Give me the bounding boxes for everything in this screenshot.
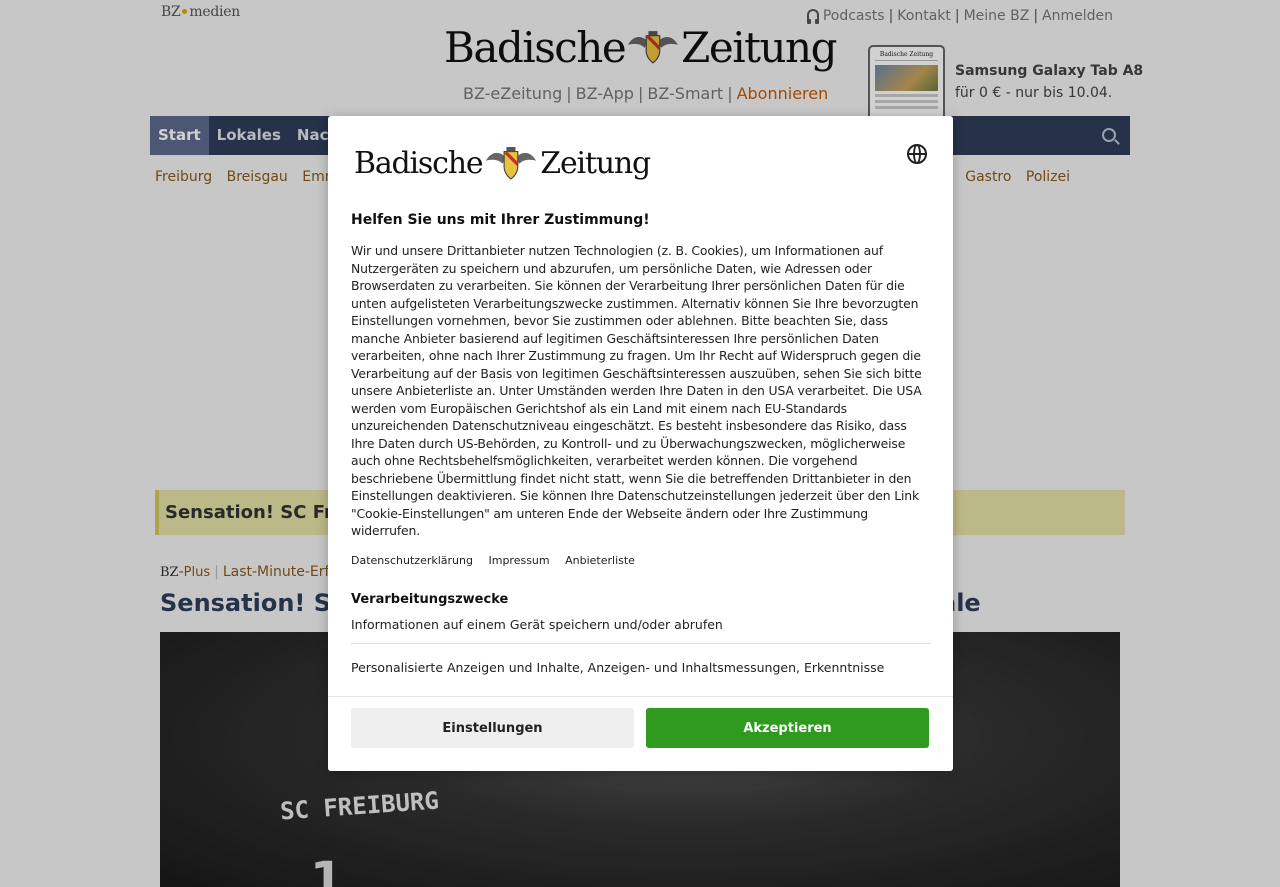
privacy-policy-link[interactable]: Datenschutzerklärung bbox=[351, 554, 473, 567]
consent-text: Wir und unsere Drittanbieter nutzen Tech… bbox=[351, 243, 922, 538]
consent-logo: Badische Zeitung bbox=[354, 142, 651, 184]
imprint-link[interactable]: Impressum bbox=[488, 554, 549, 567]
consent-body: Helfen Sie uns mit Ihrer Zustimmung! Wir… bbox=[351, 212, 931, 686]
accept-button[interactable]: Akzeptieren bbox=[646, 708, 929, 748]
vendor-list-link[interactable]: Anbieterliste bbox=[565, 554, 635, 567]
consent-links: Datenschutzerklärung Impressum Anbieterl… bbox=[351, 554, 931, 567]
purpose-item: Informationen auf einem Gerät speichern … bbox=[351, 607, 931, 644]
consent-logo-part2: Zeitung bbox=[540, 145, 651, 181]
settings-button[interactable]: Einstellungen bbox=[351, 708, 634, 748]
purposes-title: Verarbeitungszwecke bbox=[351, 591, 509, 607]
consent-logo-part1: Badische bbox=[354, 145, 484, 181]
purpose-item: Personalisierte Anzeigen und Inhalte, An… bbox=[351, 659, 885, 675]
language-globe-icon[interactable] bbox=[907, 144, 927, 164]
consent-footer: Einstellungen Akzeptieren bbox=[328, 696, 953, 771]
consent-dialog: Badische Zeitung Helfen Sie uns mit Ihre… bbox=[328, 116, 953, 771]
crest-icon bbox=[486, 147, 537, 180]
consent-title: Helfen Sie uns mit Ihrer Zustimmung! bbox=[351, 212, 650, 228]
